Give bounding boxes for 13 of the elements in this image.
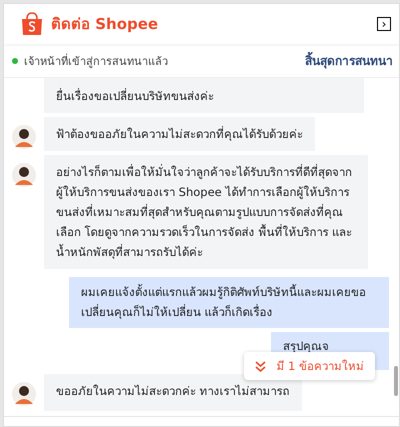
scrollbar-thumb[interactable] [394, 366, 398, 396]
shopping-bag-icon [21, 12, 43, 36]
end-chat-link[interactable]: สิ้นสุดการสนทนา [305, 51, 393, 70]
message-bubble: ฟ้าต้องขออภัยในความไม่สะดวกที่คุณได้รับด้วยค่ะ [44, 117, 315, 151]
new-message-toast[interactable]: มี 1 ข้อความใหม่ [244, 352, 375, 380]
message-bubble: อย่างไรก็ตามเพื่อให้มั่นใจว่าลูกค้าจะได้รับบริการที่ดีที่สุดจากผู้ให้บริการขนส่งของเรา Shopee ได้ทำการเลือกผู้ให้บริการขนส่งที่เหมาะสมที่สุดสำหรับคุณตามรูปแบบการจัดส่งที่คุณเลือก โดยดูจากความรวดเร็วในการจัดส่ง พื้นที่ให้บริการ และน้ำหนักพัสดุที่สามารถรับได้ค่ะ [44, 155, 368, 269]
double-chevron-icon [255, 360, 266, 372]
message-bubble: ยื่นเรื่องขอเปลี่ยนบริษัทขนส่งค่ะ [44, 78, 364, 113]
message-bubble: ผมเคยแจ้งตั้งแต่แรกแล้วผมรู้กิติศัพท์บริษัทนี้และผมเคยขอเปลี่ยนคุณก็ไม่ให้เปลี่ยน แล้วก็เกิดเรื่อง [69, 277, 389, 328]
collapse-button[interactable]: › [377, 17, 391, 31]
message-bubble: ขออภัยในความไม่สะดวกค่ะ ทางเราไม่สามารถ [44, 374, 302, 411]
chat-title: ติดต่อ Shopee [51, 14, 160, 35]
status-text: เจ้าหน้าที่เข้าสู่การสนทนาแล้ว [24, 52, 169, 70]
